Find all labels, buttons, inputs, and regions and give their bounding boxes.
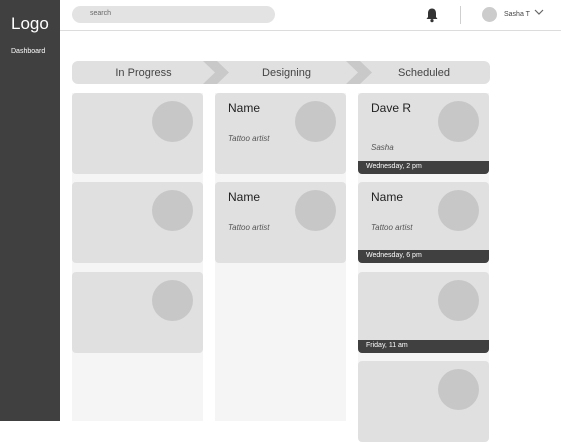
card-name: Name — [371, 190, 404, 204]
list-item[interactable]: Dave R Sasha Wednesday, 2 pm — [358, 93, 489, 174]
search-input[interactable]: search — [72, 6, 275, 23]
list-item[interactable]: Name Tattoo artist Wednesday, 6 pm — [358, 182, 489, 263]
avatar — [152, 280, 193, 321]
list-item[interactable] — [72, 93, 203, 174]
list-item[interactable] — [72, 182, 203, 263]
header-divider — [460, 6, 461, 24]
user-name[interactable]: Sasha T — [504, 11, 530, 18]
stage-designing[interactable]: Designing — [215, 61, 358, 84]
appointment-time: Wednesday, 2 pm — [358, 161, 489, 174]
stage-arrow-icon — [203, 61, 229, 84]
list-item[interactable]: Name Tattoo artist — [215, 93, 346, 174]
card-role: Tattoo artist — [371, 223, 413, 232]
sidebar-item-dashboard[interactable]: Dashboard — [11, 48, 45, 55]
stage-arrow-icon — [346, 61, 372, 84]
avatar — [152, 190, 193, 231]
appointment-time: Wednesday, 6 pm — [358, 250, 489, 263]
logo: Logo — [11, 14, 49, 33]
appointment-time: Friday, 11 am — [358, 340, 489, 353]
list-item[interactable] — [72, 272, 203, 353]
avatar — [438, 190, 479, 231]
stage-in-progress[interactable]: In Progress — [72, 61, 215, 84]
list-item[interactable] — [358, 361, 489, 442]
card-role: Sasha — [371, 143, 394, 152]
avatar[interactable] — [482, 7, 497, 22]
avatar — [438, 280, 479, 321]
list-item[interactable]: Friday, 11 am — [358, 272, 489, 353]
stage-scheduled[interactable]: Scheduled — [358, 61, 490, 84]
avatar — [295, 101, 336, 142]
column-scheduled: Dave R Sasha Wednesday, 2 pm Name Tattoo… — [358, 93, 489, 442]
avatar — [438, 101, 479, 142]
card-role: Tattoo artist — [228, 223, 270, 232]
card-role: Tattoo artist — [228, 134, 270, 143]
column-in-progress — [72, 93, 203, 421]
list-item[interactable]: Name Tattoo artist — [215, 182, 346, 263]
bell-icon[interactable] — [425, 7, 439, 23]
column-designing: Name Tattoo artist Name Tattoo artist — [215, 93, 346, 421]
top-bar: search Sasha T — [60, 0, 561, 31]
avatar — [152, 101, 193, 142]
card-name: Dave R — [371, 101, 412, 115]
card-name: Name — [228, 101, 261, 115]
pipeline-board: In Progress Designing Scheduled Name Tat… — [60, 31, 561, 442]
sidebar: Logo Dashboard — [0, 0, 60, 421]
avatar — [295, 190, 336, 231]
card-name: Name — [228, 190, 261, 204]
avatar — [438, 369, 479, 410]
chevron-down-icon[interactable] — [534, 8, 544, 16]
search-placeholder: search — [90, 10, 112, 17]
